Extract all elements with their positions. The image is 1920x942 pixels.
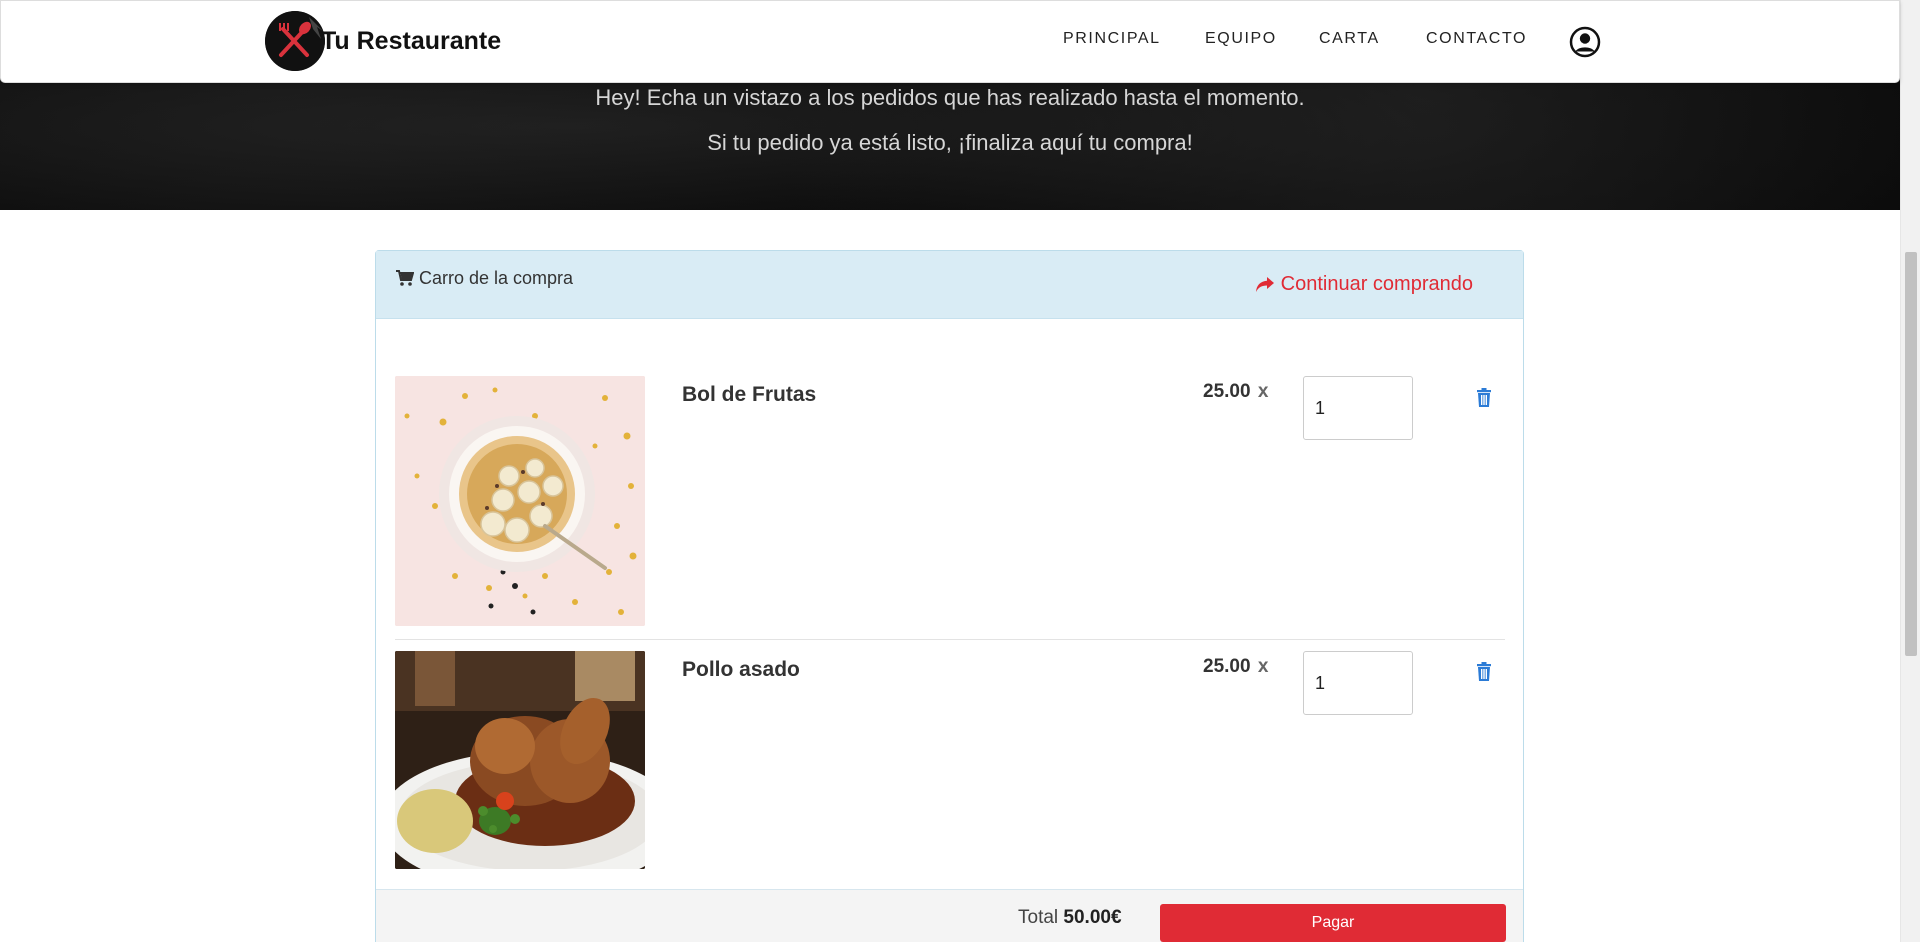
- item-name: Pollo asado: [682, 658, 800, 681]
- quantity-input[interactable]: [1303, 651, 1413, 715]
- nav-link-equipo[interactable]: EQUIPO: [1205, 30, 1277, 48]
- total-value: 50.00€: [1063, 907, 1122, 928]
- item-price-value: 25.00: [1203, 656, 1251, 677]
- scrollbar-thumb[interactable]: [1905, 252, 1917, 656]
- item-price: 25.00 x: [1203, 381, 1268, 403]
- pay-button[interactable]: Pagar: [1160, 904, 1506, 942]
- item-name: Bol de Frutas: [682, 383, 817, 406]
- item-price: 25.00 x: [1203, 656, 1268, 678]
- cart-footer: Total 50.00€ Pagar: [376, 889, 1523, 942]
- times-sign: x: [1257, 656, 1269, 677]
- page-scrollbar[interactable]: [1900, 0, 1920, 942]
- total-label: Total: [1018, 907, 1059, 928]
- shopping-cart-icon: [396, 270, 414, 286]
- hero-greeting: Hey! Echa un vistazo a los pedidos que h…: [595, 85, 1305, 110]
- cart-panel: Carro de la compra Continuar comprando B…: [375, 250, 1524, 942]
- nav-link-principal[interactable]: PRINCIPAL: [1063, 30, 1161, 48]
- item-price-value: 25.00: [1203, 381, 1251, 402]
- bol-de-frutas-image: [395, 376, 645, 626]
- trash-icon[interactable]: [1476, 662, 1492, 682]
- nav-link-contacto[interactable]: CONTACTO: [1426, 30, 1527, 48]
- pollo-asado-image: [395, 651, 645, 869]
- nav-link-carta[interactable]: CARTA: [1319, 30, 1380, 48]
- brand-name: Tu Restaurante: [321, 26, 502, 55]
- cart-total: Total 50.00€: [1018, 907, 1122, 929]
- continue-shopping-link[interactable]: Continuar comprando: [1255, 273, 1473, 296]
- trash-icon[interactable]: [1476, 388, 1492, 408]
- quantity-input[interactable]: [1303, 376, 1413, 440]
- hero-subtitle: Si tu pedido ya está listo, ¡finaliza aq…: [707, 130, 1193, 155]
- share-arrow-icon: [1255, 276, 1274, 292]
- brand[interactable]: Tu Restaurante: [265, 11, 501, 71]
- times-sign: x: [1257, 381, 1269, 402]
- cart-header: Carro de la compra Continuar comprando: [376, 251, 1523, 319]
- cart-item: Pollo asado 25.00 x: [395, 651, 1505, 869]
- navbar: Tu Restaurante PRINCIPAL EQUIPO CARTA CO…: [0, 0, 1900, 83]
- cart-title-label: Carro de la compra: [419, 268, 574, 288]
- user-account-icon[interactable]: [1569, 26, 1601, 58]
- continue-shopping-label: Continuar comprando: [1280, 273, 1473, 295]
- cart-title: Carro de la compra: [396, 268, 573, 289]
- item-divider: [395, 639, 1505, 640]
- restaurant-logo-icon: [265, 11, 325, 71]
- cart-item: Bol de Frutas 25.00 x: [395, 376, 1505, 626]
